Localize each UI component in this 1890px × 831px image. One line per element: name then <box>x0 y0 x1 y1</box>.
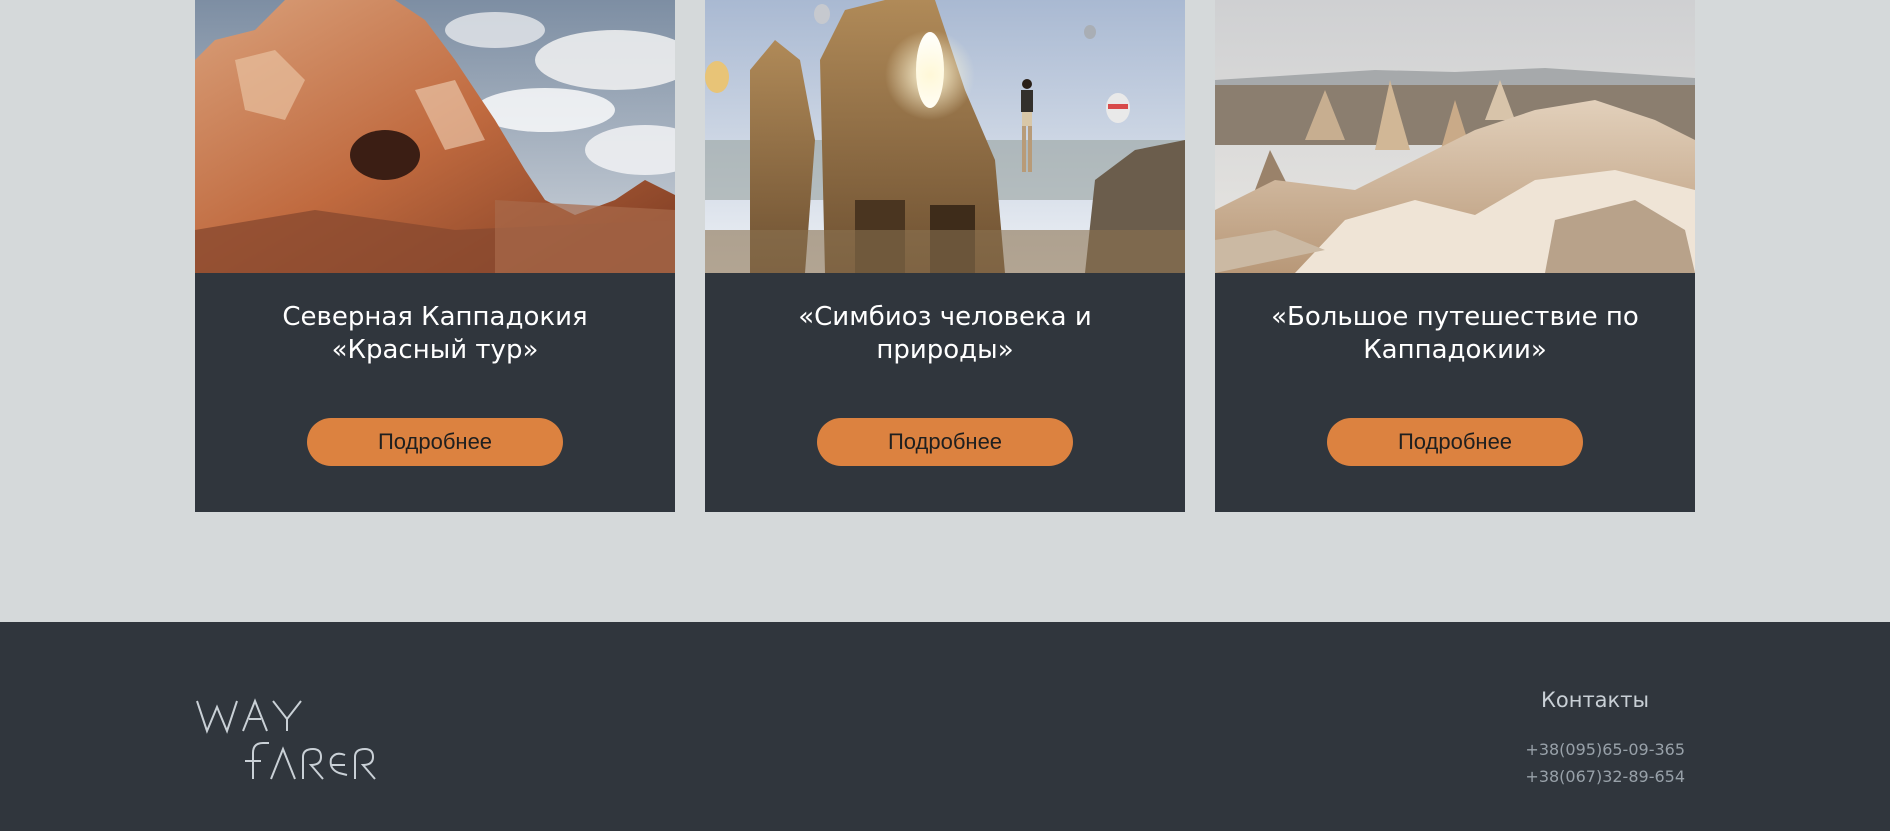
tour-card-title: «Симбиоз человека и природы» <box>798 302 1092 365</box>
more-details-button[interactable]: Подробнее <box>307 418 563 466</box>
contacts-title: Контакты <box>1540 688 1650 712</box>
footer: Контакты +38(095)65-09-365 +38(067)32-89… <box>0 622 1890 831</box>
tour-cards: Северная Каппадокия «Красный тур» Подроб… <box>195 0 1695 512</box>
more-details-button[interactable]: Подробнее <box>1327 418 1583 466</box>
tour-card-title: «Большое путешествие по Каппадокии» <box>1271 302 1639 365</box>
hiker-and-balloons-photo <box>705 0 1185 273</box>
page: Северная Каппадокия «Красный тур» Подроб… <box>0 0 1890 831</box>
tour-card: «Большое путешествие по Каппадокии» Подр… <box>1215 0 1695 512</box>
contacts-block: Контакты +38(095)65-09-365 +38(067)32-89… <box>1465 688 1685 790</box>
phone-link[interactable]: +38(095)65-09-365 <box>1465 736 1685 763</box>
wayfarer-logo[interactable] <box>195 695 395 785</box>
tour-card: «Симбиоз человека и природы» Подробнее <box>705 0 1185 512</box>
phone-link[interactable]: +38(067)32-89-654 <box>1465 763 1685 790</box>
fairy-chimneys-photo <box>1215 0 1695 273</box>
tour-card-title: Северная Каппадокия «Красный тур» <box>282 302 588 365</box>
more-details-button[interactable]: Подробнее <box>817 418 1073 466</box>
tour-card-image[interactable] <box>1215 0 1695 273</box>
wayfarer-logo-mark <box>196 698 376 780</box>
red-rock-formation-photo <box>195 0 675 273</box>
tour-card: Северная Каппадокия «Красный тур» Подроб… <box>195 0 675 512</box>
tour-card-image[interactable] <box>705 0 1185 273</box>
tour-card-image[interactable] <box>195 0 675 273</box>
